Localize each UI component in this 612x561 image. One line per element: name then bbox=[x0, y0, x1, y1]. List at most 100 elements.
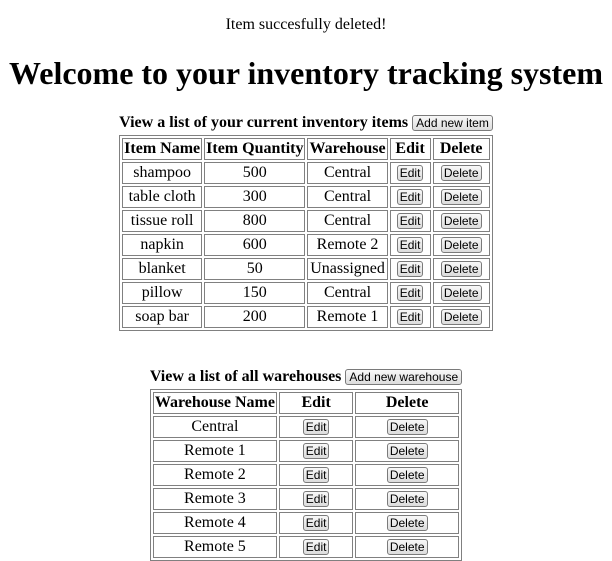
delete-warehouse-button[interactable]: Delete bbox=[386, 443, 428, 460]
edit-item-button[interactable]: Edit bbox=[396, 165, 424, 182]
table-row: pillow 150 Central Edit Delete bbox=[122, 282, 490, 304]
edit-item-button[interactable]: Edit bbox=[396, 237, 424, 254]
item-warehouse: Remote 1 bbox=[307, 306, 388, 328]
delete-cell: Delete bbox=[432, 306, 490, 328]
delete-warehouse-button[interactable]: Delete bbox=[386, 515, 428, 532]
item-warehouse: Central bbox=[307, 210, 388, 232]
table-row: shampoo 500 Central Edit Delete bbox=[122, 162, 490, 184]
delete-item-button[interactable]: Delete bbox=[440, 285, 482, 302]
delete-cell: Delete bbox=[432, 234, 490, 256]
header-edit: Edit bbox=[278, 392, 354, 414]
delete-cell: Delete bbox=[355, 440, 460, 462]
item-quantity: 600 bbox=[204, 234, 306, 256]
warehouse-header-row: Warehouse Name Edit Delete bbox=[152, 392, 460, 414]
warehouse-caption: View a list of all warehouses Add new wa… bbox=[149, 366, 463, 389]
header-delete: Delete bbox=[432, 138, 490, 160]
table-row: Remote 4 Edit Delete bbox=[152, 512, 460, 534]
table-row: Remote 2 Edit Delete bbox=[152, 464, 460, 486]
delete-item-button[interactable]: Delete bbox=[440, 261, 482, 278]
delete-item-button[interactable]: Delete bbox=[440, 165, 482, 182]
edit-cell: Edit bbox=[389, 186, 431, 208]
table-row: table cloth 300 Central Edit Delete bbox=[122, 186, 490, 208]
item-warehouse: Central bbox=[307, 162, 388, 184]
item-warehouse: Central bbox=[307, 282, 388, 304]
header-delete: Delete bbox=[355, 392, 460, 414]
item-name: table cloth bbox=[122, 186, 203, 208]
item-quantity: 300 bbox=[204, 186, 306, 208]
edit-item-button[interactable]: Edit bbox=[396, 261, 424, 278]
add-item-button[interactable]: Add new item bbox=[412, 115, 493, 132]
delete-item-button[interactable]: Delete bbox=[440, 237, 482, 254]
delete-cell: Delete bbox=[432, 186, 490, 208]
item-quantity: 150 bbox=[204, 282, 306, 304]
edit-item-button[interactable]: Edit bbox=[396, 285, 424, 302]
table-row: soap bar 200 Remote 1 Edit Delete bbox=[122, 306, 490, 328]
inventory-table: View a list of your current inventory it… bbox=[119, 112, 493, 331]
delete-cell: Delete bbox=[432, 210, 490, 232]
edit-cell: Edit bbox=[389, 306, 431, 328]
edit-cell: Edit bbox=[278, 440, 354, 462]
edit-cell: Edit bbox=[389, 234, 431, 256]
header-warehouse-name: Warehouse Name bbox=[152, 392, 277, 414]
inventory-caption: View a list of your current inventory it… bbox=[119, 112, 493, 135]
item-name: tissue roll bbox=[122, 210, 203, 232]
warehouse-caption-text: View a list of all warehouses bbox=[149, 368, 342, 385]
header-item-quantity: Item Quantity bbox=[204, 138, 306, 160]
table-row: Remote 1 Edit Delete bbox=[152, 440, 460, 462]
delete-cell: Delete bbox=[432, 162, 490, 184]
warehouse-name: Remote 3 bbox=[152, 488, 277, 510]
table-row: Remote 3 Edit Delete bbox=[152, 488, 460, 510]
edit-warehouse-button[interactable]: Edit bbox=[302, 467, 330, 484]
delete-warehouse-button[interactable]: Delete bbox=[386, 467, 428, 484]
delete-cell: Delete bbox=[355, 512, 460, 534]
app-root: Item succesfully deleted! Welcome to you… bbox=[0, 0, 612, 561]
edit-cell: Edit bbox=[389, 210, 431, 232]
add-warehouse-button[interactable]: Add new warehouse bbox=[345, 369, 463, 386]
warehouse-table: View a list of all warehouses Add new wa… bbox=[149, 366, 463, 561]
delete-cell: Delete bbox=[355, 536, 460, 558]
delete-cell: Delete bbox=[432, 282, 490, 304]
edit-item-button[interactable]: Edit bbox=[396, 189, 424, 206]
delete-item-button[interactable]: Delete bbox=[440, 213, 482, 230]
edit-warehouse-button[interactable]: Edit bbox=[302, 515, 330, 532]
delete-warehouse-button[interactable]: Delete bbox=[386, 419, 428, 436]
delete-cell: Delete bbox=[355, 416, 460, 438]
item-quantity: 800 bbox=[204, 210, 306, 232]
item-name: soap bar bbox=[122, 306, 203, 328]
edit-item-button[interactable]: Edit bbox=[396, 309, 424, 326]
item-name: napkin bbox=[122, 234, 203, 256]
edit-cell: Edit bbox=[278, 512, 354, 534]
edit-cell: Edit bbox=[389, 258, 431, 280]
table-row: Remote 5 Edit Delete bbox=[152, 536, 460, 558]
edit-warehouse-button[interactable]: Edit bbox=[302, 419, 330, 436]
warehouse-section: View a list of all warehouses Add new wa… bbox=[0, 366, 612, 561]
warehouse-name: Remote 1 bbox=[152, 440, 277, 462]
table-row: tissue roll 800 Central Edit Delete bbox=[122, 210, 490, 232]
edit-cell: Edit bbox=[278, 416, 354, 438]
delete-cell: Delete bbox=[355, 488, 460, 510]
warehouse-name: Remote 5 bbox=[152, 536, 277, 558]
edit-cell: Edit bbox=[389, 282, 431, 304]
edit-cell: Edit bbox=[278, 464, 354, 486]
item-warehouse: Remote 2 bbox=[307, 234, 388, 256]
edit-warehouse-button[interactable]: Edit bbox=[302, 443, 330, 460]
header-edit: Edit bbox=[389, 138, 431, 160]
edit-cell: Edit bbox=[278, 536, 354, 558]
edit-cell: Edit bbox=[389, 162, 431, 184]
header-item-name: Item Name bbox=[122, 138, 203, 160]
item-name: blanket bbox=[122, 258, 203, 280]
flash-message: Item succesfully deleted! bbox=[225, 16, 387, 33]
warehouse-name: Remote 2 bbox=[152, 464, 277, 486]
delete-warehouse-button[interactable]: Delete bbox=[386, 491, 428, 508]
item-warehouse: Unassigned bbox=[307, 258, 388, 280]
inventory-caption-text: View a list of your current inventory it… bbox=[119, 114, 409, 131]
item-warehouse: Central bbox=[307, 186, 388, 208]
item-name: shampoo bbox=[122, 162, 203, 184]
edit-warehouse-button[interactable]: Edit bbox=[302, 491, 330, 508]
edit-item-button[interactable]: Edit bbox=[396, 213, 424, 230]
warehouse-name: Remote 4 bbox=[152, 512, 277, 534]
delete-cell: Delete bbox=[355, 464, 460, 486]
table-row: Central Edit Delete bbox=[152, 416, 460, 438]
delete-item-button[interactable]: Delete bbox=[440, 189, 482, 206]
delete-item-button[interactable]: Delete bbox=[440, 309, 482, 326]
